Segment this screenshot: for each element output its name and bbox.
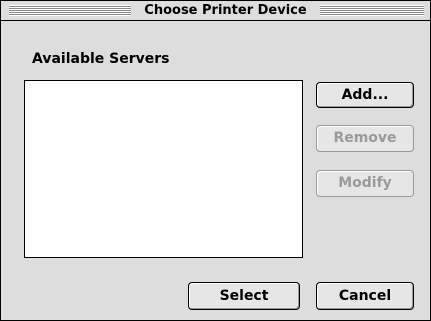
window-title: Choose Printer Device [131, 1, 320, 20]
title-bar-stripes-left [9, 5, 131, 16]
choose-printer-dialog: Choose Printer Device Available Servers … [0, 0, 431, 321]
title-bar[interactable]: Choose Printer Device [1, 1, 430, 21]
remove-button[interactable]: Remove [316, 125, 414, 152]
add-button[interactable]: Add... [316, 82, 414, 108]
available-servers-label: Available Servers [32, 51, 170, 67]
servers-list[interactable] [24, 80, 303, 258]
title-bar-stripes-right [320, 5, 424, 16]
modify-button[interactable]: Modify [316, 170, 414, 197]
cancel-button[interactable]: Cancel [316, 282, 414, 310]
select-button[interactable]: Select [188, 282, 300, 310]
